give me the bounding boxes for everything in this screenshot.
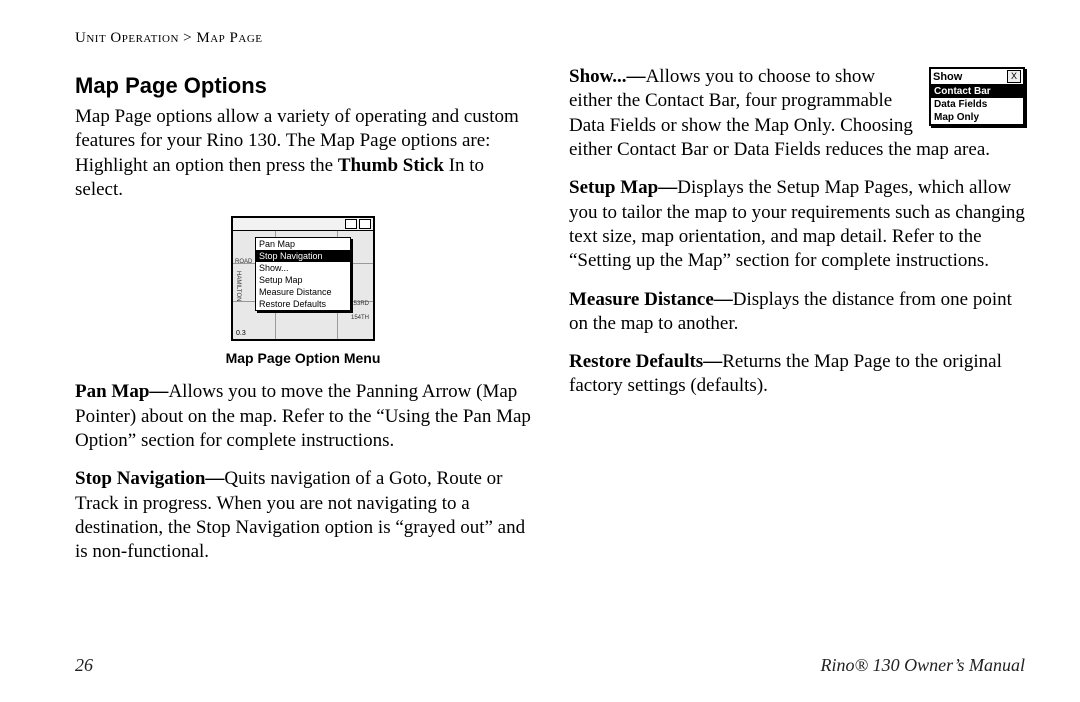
definition-paragraph: Setup Map—Displays the Setup Map Pages, … bbox=[569, 176, 1025, 273]
definition-lead: Stop Navigation— bbox=[75, 468, 224, 489]
map-label: ROAD bbox=[235, 259, 252, 265]
map-label: 154TH bbox=[351, 315, 369, 321]
device-screenshot: ROAD HAMILTON 153RD 154TH Pan Map Stop N… bbox=[231, 216, 375, 341]
intro-bold: Thumb Stick bbox=[338, 155, 444, 176]
manual-title: Rino® 130 Owner’s Manual bbox=[820, 655, 1025, 676]
manual-page: Unit Operation > Map Page Map Page Optio… bbox=[0, 0, 1080, 702]
page-title: Map Page Options bbox=[75, 73, 531, 99]
show-window-title: Show bbox=[933, 71, 962, 83]
device-statusbar bbox=[233, 218, 373, 231]
figure-caption: Map Page Option Menu bbox=[75, 350, 531, 366]
definition-lead: Restore Defaults— bbox=[569, 351, 722, 372]
intro-paragraph: Map Page options allow a variety of oper… bbox=[75, 105, 531, 202]
definition-lead: Setup Map— bbox=[569, 177, 677, 198]
definition-paragraph: Restore Defaults—Returns the Map Page to… bbox=[569, 350, 1025, 399]
map-label: 153RD bbox=[350, 301, 369, 307]
show-option: Data Fields bbox=[931, 98, 1023, 111]
definition-lead: Show...— bbox=[569, 66, 646, 87]
device-map: ROAD HAMILTON 153RD 154TH Pan Map Stop N… bbox=[233, 231, 373, 339]
status-icon bbox=[359, 219, 371, 229]
breadcrumb-page: Map Page bbox=[196, 30, 262, 46]
menu-item: Measure Distance bbox=[256, 286, 350, 298]
show-window: Show X Contact Bar Data Fields Map Only bbox=[929, 67, 1025, 126]
definition-paragraph: Measure Distance—Displays the distance f… bbox=[569, 288, 1025, 337]
definition-lead: Measure Distance— bbox=[569, 289, 733, 310]
page-number: 26 bbox=[75, 655, 93, 676]
device-figure: ROAD HAMILTON 153RD 154TH Pan Map Stop N… bbox=[75, 216, 531, 344]
menu-item: Restore Defaults bbox=[256, 298, 350, 310]
menu-item: Show... bbox=[256, 262, 350, 274]
definition-paragraph: Pan Map—Allows you to move the Panning A… bbox=[75, 380, 531, 453]
right-column: Show X Contact Bar Data Fields Map Only … bbox=[569, 65, 1025, 578]
left-column: Map Page Options Map Page options allow … bbox=[75, 65, 531, 578]
status-icon bbox=[345, 219, 357, 229]
show-option-selected: Contact Bar bbox=[931, 85, 1023, 98]
definition-paragraph: Stop Navigation—Quits navigation of a Go… bbox=[75, 467, 531, 564]
page-footer: 26 Rino® 130 Owner’s Manual bbox=[75, 655, 1025, 676]
close-icon: X bbox=[1007, 70, 1021, 83]
map-label: HAMILTON bbox=[235, 271, 241, 301]
breadcrumb-sep: > bbox=[183, 30, 192, 46]
menu-item-selected: Stop Navigation bbox=[256, 250, 350, 262]
definition-lead: Pan Map— bbox=[75, 381, 168, 402]
show-option: Map Only bbox=[931, 111, 1023, 124]
menu-item: Pan Map bbox=[256, 238, 350, 250]
content-columns: Map Page Options Map Page options allow … bbox=[75, 65, 1025, 578]
map-scale: 0.3 bbox=[236, 330, 246, 337]
device-popup-menu: Pan Map Stop Navigation Show... Setup Ma… bbox=[255, 237, 351, 311]
breadcrumb-section: Unit Operation bbox=[75, 30, 179, 46]
breadcrumb: Unit Operation > Map Page bbox=[75, 30, 1025, 47]
menu-item: Setup Map bbox=[256, 274, 350, 286]
show-window-titlebar: Show X bbox=[931, 69, 1023, 85]
